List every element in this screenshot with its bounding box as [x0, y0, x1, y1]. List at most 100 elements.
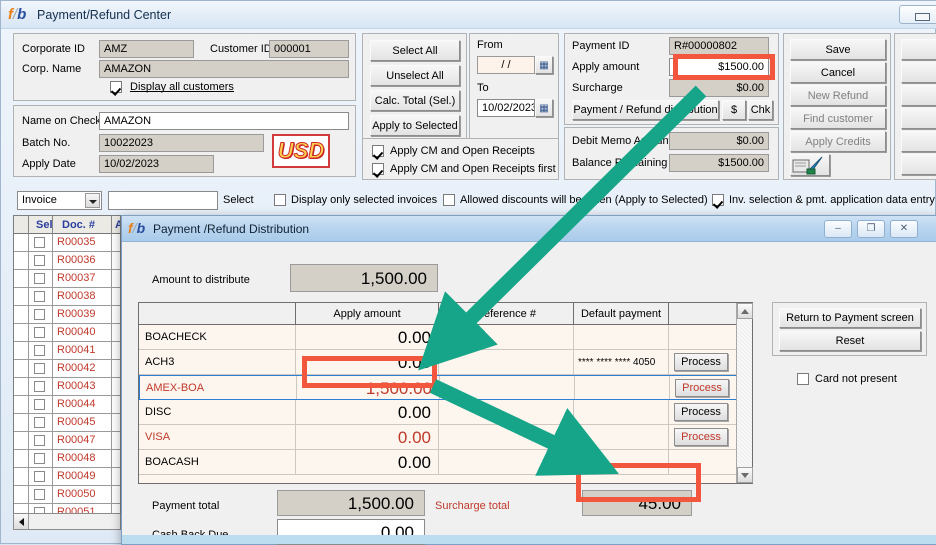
inv-selection-label[interactable]: Inv. selection & pmt. application data e… [729, 194, 936, 206]
surcharge-field[interactable]: $0.00 [669, 79, 769, 97]
find-invoice-button[interactable]: Find in [901, 108, 936, 129]
batch-allocation-button[interactable]: Batch Allo [901, 85, 936, 106]
from-calendar-icon[interactable]: ▦ [535, 56, 553, 74]
apply-date-field[interactable]: 10/02/2023 [99, 155, 214, 173]
display-only-selected-checkbox[interactable] [274, 194, 286, 206]
table-row[interactable]: R00047 [14, 432, 121, 450]
document-type-select[interactable]: Invoice [17, 191, 102, 210]
table-row[interactable]: R00050 [14, 486, 121, 504]
payment-id-field[interactable]: R#00000802 [669, 37, 769, 55]
row-select-checkbox[interactable] [34, 489, 45, 500]
table-row[interactable]: R00037 [14, 270, 121, 288]
row-select-checkbox[interactable] [34, 255, 45, 266]
distribution-row[interactable]: DISC0.00Process [139, 400, 752, 425]
row-apply-amount[interactable]: 0.00 [296, 450, 439, 474]
table-row[interactable]: R00043 [14, 378, 121, 396]
row-select-checkbox[interactable] [34, 471, 45, 482]
signature-button[interactable] [790, 154, 830, 176]
scroll-left-icon[interactable] [14, 514, 29, 529]
row-select-checkbox[interactable] [34, 453, 45, 464]
apply-cm-open-receipts-first-label[interactable]: Apply CM and Open Receipts first [390, 163, 556, 175]
row-select-checkbox[interactable] [34, 399, 45, 410]
apply-cm-open-receipts-checkbox[interactable] [372, 145, 384, 157]
row-reference[interactable] [439, 325, 574, 349]
distribution-vscrollbar[interactable] [736, 303, 752, 483]
table-row[interactable]: R00049 [14, 468, 121, 486]
table-row[interactable]: R00045 [14, 414, 121, 432]
to-date-field[interactable]: 10/02/2023 [477, 99, 535, 117]
distribution-row[interactable]: AMEX-BOA1,500.00Process [139, 375, 752, 400]
row-select-checkbox[interactable] [34, 345, 45, 356]
distribution-table[interactable]: Apply amount Reference # Default payment… [138, 302, 753, 484]
row-select-checkbox[interactable] [34, 417, 45, 428]
table-row[interactable]: R00042 [14, 360, 121, 378]
dialog-close-button[interactable]: ✕ [890, 220, 918, 238]
dialog-restore-button[interactable]: ❐ [857, 220, 885, 238]
row-reference[interactable] [439, 450, 574, 474]
process-button[interactable]: Process [674, 428, 728, 446]
apply-credits-button[interactable]: Apply Credits [790, 131, 886, 152]
scroll-down-icon[interactable] [737, 467, 753, 483]
row-select-checkbox[interactable] [34, 309, 45, 320]
save-button[interactable]: Save [790, 39, 886, 60]
row-apply-amount[interactable]: 0.00 [296, 425, 439, 449]
process-button[interactable]: Process [674, 403, 728, 421]
table-row[interactable]: R00044 [14, 396, 121, 414]
process-button[interactable]: Process [675, 379, 729, 397]
corp-name-field[interactable]: AMAZON [99, 60, 349, 78]
payment-refund-distribution-button[interactable]: Payment / Refund distribution [572, 100, 719, 120]
row-select-checkbox[interactable] [34, 327, 45, 338]
row-select-checkbox[interactable] [34, 381, 45, 392]
row-apply-amount[interactable]: 1,500.00 [297, 376, 440, 399]
row-reference[interactable] [439, 350, 574, 374]
row-select-checkbox[interactable] [34, 273, 45, 284]
distribution-row[interactable]: ACH30.00**** **** **** 4050Process [139, 350, 752, 375]
to-calendar-icon[interactable]: ▦ [535, 99, 553, 117]
invoice-grid[interactable]: Sel Doc. # A R00035R00036R00037R00038R00… [13, 215, 121, 521]
table-row[interactable]: R00035 [14, 234, 121, 252]
display-only-selected-label[interactable]: Display only selected invoices [291, 194, 437, 206]
scroll-up-icon[interactable] [737, 303, 753, 319]
table-row[interactable]: R00038 [14, 288, 121, 306]
refresh-button[interactable]: Refr [901, 39, 936, 60]
dialog-minimize-button[interactable]: – [824, 220, 852, 238]
select-all-button[interactable]: Select All [370, 40, 460, 61]
process-button[interactable]: Process [674, 353, 728, 371]
cancel-button[interactable]: Cancel [790, 62, 886, 83]
display-all-customers-label[interactable]: Display all customers [130, 81, 234, 93]
find-customer-button[interactable]: Find customer [790, 108, 886, 129]
inv-selection-checkbox[interactable] [712, 194, 724, 206]
allowed-discounts-checkbox[interactable] [443, 194, 455, 206]
apply-amount-field[interactable]: $1500.00 [669, 58, 769, 76]
select-invoice-button[interactable]: Select [901, 131, 936, 152]
row-apply-amount[interactable]: 0.00 [296, 400, 439, 424]
table-row[interactable]: R00048 [14, 450, 121, 468]
row-reference[interactable] [440, 376, 575, 399]
chevron-down-icon[interactable] [85, 193, 100, 208]
dialog-reset-button[interactable]: Reset [779, 331, 921, 351]
calc-total-button[interactable]: Calc. Total (Sel.) [370, 90, 460, 111]
dollar-button[interactable]: $ [722, 100, 746, 120]
table-row[interactable]: R00039 [14, 306, 121, 324]
row-select-checkbox[interactable] [34, 435, 45, 446]
table-row[interactable]: R00040 [14, 324, 121, 342]
apply-to-selected-button[interactable]: Apply to Selected [370, 115, 460, 136]
table-row[interactable]: R00036 [14, 252, 121, 270]
distribution-row[interactable]: BOACHECK0.00 [139, 325, 752, 350]
row-select-checkbox[interactable] [34, 237, 45, 248]
reset-button[interactable]: Res [901, 154, 936, 175]
row-reference[interactable] [439, 400, 574, 424]
restore-window-button[interactable] [899, 5, 936, 24]
row-apply-amount[interactable]: 0.00 [296, 325, 439, 349]
display-all-customers-checkbox[interactable] [110, 81, 122, 93]
edit-button[interactable]: Ed [901, 62, 936, 83]
distribution-row[interactable]: BOACASH0.00 [139, 450, 752, 475]
name-on-check-field[interactable]: AMAZON [99, 112, 349, 130]
unselect-all-button[interactable]: Unselect All [370, 65, 460, 86]
invoice-grid-hscrollbar[interactable] [13, 513, 121, 530]
allowed-discounts-label[interactable]: Allowed discounts will be taken (Apply t… [460, 194, 708, 206]
card-not-present-label[interactable]: Card not present [815, 373, 897, 385]
row-apply-amount[interactable]: 0.00 [296, 350, 439, 374]
new-refund-button[interactable]: New Refund [790, 85, 886, 106]
table-row[interactable]: R00041 [14, 342, 121, 360]
